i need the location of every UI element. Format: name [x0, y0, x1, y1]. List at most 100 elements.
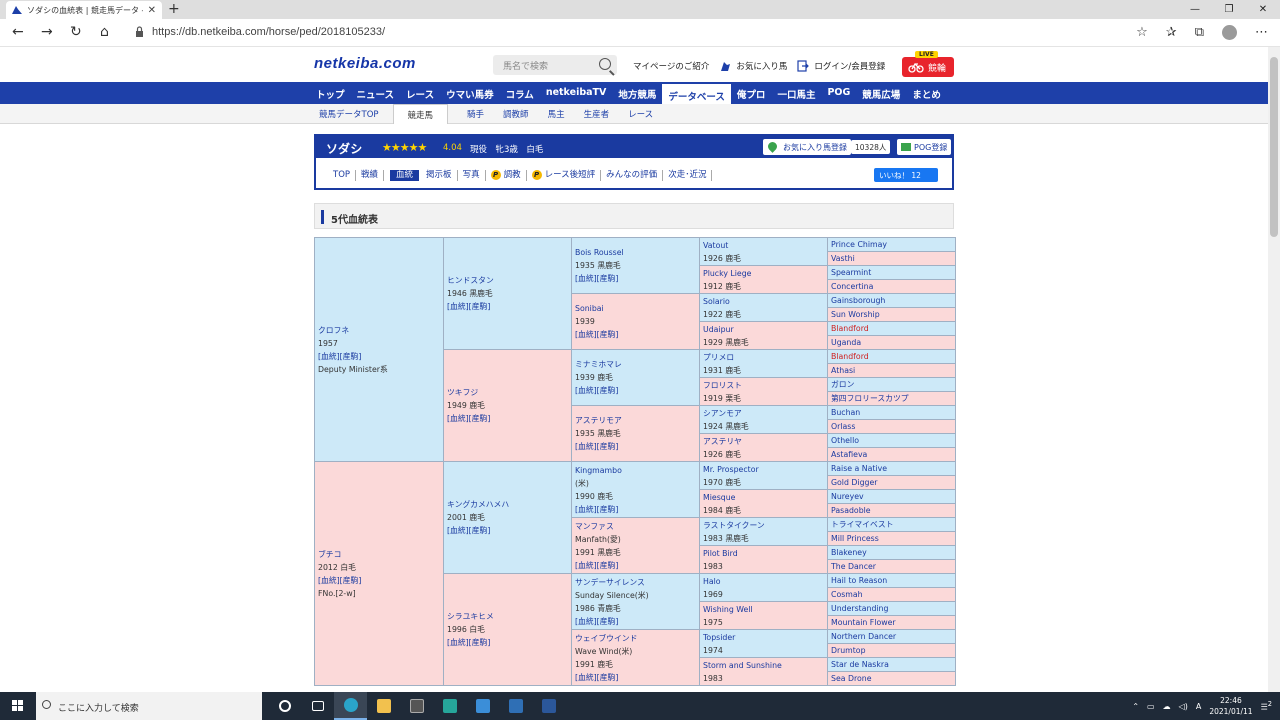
pedigree-horse-link[interactable]: Pilot Bird [703, 547, 824, 560]
main-nav-item[interactable]: ウマい馬券 [440, 82, 500, 104]
sub-nav-item[interactable]: 競馬データTOP [314, 104, 393, 124]
pedigree-horse-link[interactable]: Prince Chimay [831, 240, 887, 249]
network-icon[interactable]: ▭ [1147, 702, 1155, 711]
pog-register-button[interactable]: POG登録 [897, 139, 952, 155]
facebook-like-button[interactable]: いいね！ 12 [874, 168, 938, 182]
pedigree-horse-link[interactable]: Astafieva [831, 450, 867, 459]
horse-search-input[interactable]: 馬名で検索 [493, 55, 617, 75]
pedigree-horse-link[interactable]: Vasthi [831, 254, 855, 263]
task-view-icon[interactable] [301, 692, 334, 720]
sub-nav-item[interactable]: 調教師 [498, 104, 543, 124]
pedigree-lineage-links[interactable]: [血統][産駒] [575, 272, 696, 285]
horse-tab[interactable]: 次走･近況 [663, 170, 713, 181]
page-scrollbar[interactable] [1268, 47, 1280, 692]
login-link[interactable]: ログイン/会員登録 [797, 60, 885, 72]
pedigree-horse-link[interactable]: Orlass [831, 422, 855, 431]
pedigree-lineage-links[interactable]: [血統][産駒] [575, 440, 696, 453]
collections-icon[interactable]: ⧉ [1195, 25, 1204, 40]
pedigree-horse-link[interactable]: Wishing Well [703, 603, 824, 616]
pedigree-horse-link[interactable]: Othello [831, 436, 859, 445]
main-nav-item[interactable]: 俺プロ [731, 82, 772, 104]
url-field[interactable]: https://db.netkeiba.com/horse/ped/201810… [152, 26, 385, 38]
main-nav-item[interactable]: netkeibaTV [540, 82, 613, 104]
sub-nav-item[interactable]: 騎手 [462, 104, 498, 124]
pedigree-horse-link[interactable]: Storm and Sunshine [703, 659, 824, 672]
pedigree-horse-link[interactable]: Miesque [703, 491, 824, 504]
pedigree-horse-link[interactable]: The Dancer [831, 562, 876, 571]
sub-nav-item[interactable]: 競走馬 [392, 104, 449, 124]
netkeiba-logo[interactable]: netkeiba.com [314, 55, 416, 72]
pedigree-lineage-links[interactable]: [血統][産駒] [447, 412, 568, 425]
horse-tab[interactable]: P 調教 [486, 170, 527, 181]
notification-icon[interactable]: ☰2 [1261, 700, 1272, 712]
pedigree-horse-link[interactable]: Mountain Flower [831, 618, 896, 627]
ime-indicator[interactable]: A [1196, 702, 1201, 711]
horse-tab[interactable]: P レース後短評 [527, 170, 602, 181]
word-icon[interactable] [532, 692, 565, 720]
home-icon[interactable]: ⌂ [100, 24, 109, 40]
pedigree-horse-link[interactable]: Nureyev [831, 492, 864, 501]
pedigree-horse-link[interactable]: Gold Digger [831, 478, 877, 487]
pedigree-horse-link[interactable]: ヒンドスタン [447, 274, 568, 287]
pedigree-horse-link[interactable]: Buchan [831, 408, 860, 417]
app-teal-icon[interactable] [433, 692, 466, 720]
pedigree-lineage-links[interactable]: [血統][産駒] [575, 559, 696, 572]
restore-button[interactable]: ❐ [1212, 0, 1246, 19]
app-monitor-icon[interactable] [499, 692, 532, 720]
pedigree-horse-link[interactable]: Sonibai [575, 302, 696, 315]
pedigree-horse-link[interactable]: ツキフジ [447, 386, 568, 399]
forward-arrow-icon[interactable]: → [41, 24, 53, 40]
pedigree-horse-link[interactable]: クロフネ [318, 324, 440, 337]
pedigree-horse-link[interactable]: Northern Dancer [831, 632, 896, 641]
pedigree-horse-link[interactable]: Concertina [831, 282, 873, 291]
search-icon[interactable] [599, 58, 611, 70]
pedigree-horse-link[interactable]: アステリヤ [703, 435, 824, 448]
pedigree-horse-link[interactable]: Solario [703, 295, 824, 308]
main-nav-item[interactable]: 一口馬主 [771, 82, 821, 104]
favorite-star-icon[interactable]: ☆ [1136, 25, 1148, 40]
pedigree-lineage-links[interactable]: [血統][産駒] [447, 300, 568, 313]
new-tab-button[interactable]: + [168, 1, 180, 17]
chevron-up-icon[interactable]: ⌃ [1132, 702, 1139, 711]
pedigree-horse-link[interactable]: Gainsborough [831, 296, 885, 305]
pedigree-horse-link[interactable]: 第四フロリースカツプ [831, 394, 909, 403]
pedigree-lineage-links[interactable]: [血統][産駒] [575, 384, 696, 397]
pedigree-lineage-links[interactable]: [血統][産駒] [575, 671, 696, 684]
pedigree-lineage-links[interactable]: [血統][産駒] [318, 574, 440, 587]
file-explorer-icon[interactable] [367, 692, 400, 720]
pedigree-lineage-links[interactable]: [血統][産駒] [575, 615, 696, 628]
lock-icon[interactable] [135, 26, 144, 37]
pedigree-horse-link[interactable]: キングカメハメハ [447, 498, 568, 511]
horse-tab[interactable]: 戦績 [356, 170, 385, 181]
more-menu-icon[interactable]: ⋯ [1255, 25, 1268, 40]
pedigree-lineage-links[interactable]: [血統][産駒] [447, 524, 568, 537]
main-nav-item[interactable]: レース [400, 82, 440, 104]
pedigree-horse-link[interactable]: マンファス [575, 520, 696, 533]
pedigree-lineage-links[interactable]: [血統][産駒] [575, 503, 696, 516]
taskbar-search-box[interactable]: ここに入力して検索 [36, 692, 262, 720]
pedigree-horse-link[interactable]: Kingmambo [575, 464, 696, 477]
pedigree-horse-link[interactable]: Pasadoble [831, 506, 871, 515]
pedigree-horse-link[interactable]: シラユキヒメ [447, 610, 568, 623]
favorite-horses-link[interactable]: お気に入り馬 [719, 60, 787, 72]
pedigree-horse-link[interactable]: ラストタイクーン [703, 519, 824, 532]
pedigree-horse-link[interactable]: ウェイブウインド [575, 632, 696, 645]
scrollbar-thumb[interactable] [1270, 57, 1278, 237]
main-nav-item[interactable]: ニュース [351, 82, 401, 104]
pedigree-horse-link[interactable]: Star de Naskra [831, 660, 889, 669]
main-nav-item[interactable]: まとめ [906, 82, 947, 104]
main-nav-item[interactable]: トップ [310, 82, 351, 104]
pedigree-horse-link[interactable]: Blakeney [831, 548, 867, 557]
horse-tab[interactable]: TOP [328, 170, 357, 181]
sub-nav-item[interactable]: 生産者 [579, 104, 624, 124]
pedigree-lineage-links[interactable]: [血統][産駒] [575, 328, 696, 341]
close-window-button[interactable]: ✕ [1246, 0, 1280, 19]
main-nav-item[interactable]: 競馬広場 [856, 82, 906, 104]
pedigree-horse-link[interactable]: ミナミホマレ [575, 358, 696, 371]
pedigree-horse-link[interactable]: Mr. Prospector [703, 463, 824, 476]
minimize-button[interactable]: — [1178, 0, 1212, 19]
pedigree-horse-link[interactable]: Topsider [703, 631, 824, 644]
pedigree-horse-link[interactable]: サンデーサイレンス [575, 576, 696, 589]
pedigree-horse-link[interactable]: フロリスト [703, 379, 824, 392]
sub-nav-item[interactable]: レース [623, 104, 667, 124]
